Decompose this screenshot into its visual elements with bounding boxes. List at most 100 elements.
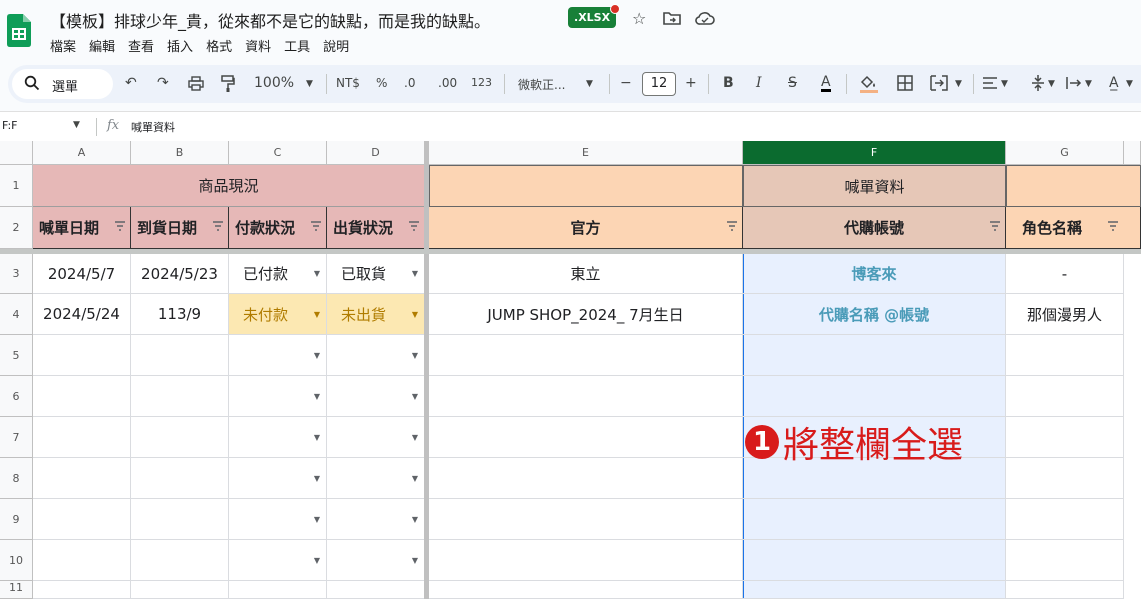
cell-g5[interactable]	[1006, 335, 1124, 376]
star-icon[interactable]: ☆	[632, 9, 646, 28]
valign-caret-icon[interactable]: ▼	[1048, 79, 1055, 89]
strikethrough-button[interactable]: S	[788, 75, 797, 91]
cell-b6[interactable]	[131, 376, 229, 417]
row-header-2[interactable]: 2	[0, 207, 33, 249]
filter-icon[interactable]	[213, 221, 223, 231]
dropdown-caret-icon[interactable]: ▼	[412, 392, 418, 401]
vertical-align-icon[interactable]	[1031, 74, 1045, 92]
sheets-logo-icon[interactable]	[7, 14, 31, 47]
formula-input[interactable]: 喊單資料	[131, 119, 175, 135]
dropdown-caret-icon[interactable]: ▼	[314, 351, 320, 360]
header-official[interactable]: 官方	[429, 207, 743, 249]
cell-a7[interactable]	[33, 417, 131, 458]
cell-c7[interactable]: ▼	[229, 417, 327, 458]
fill-color-icon[interactable]	[858, 73, 880, 93]
cell-e6[interactable]	[429, 376, 743, 417]
cell-c11[interactable]	[229, 581, 327, 599]
header-shipping-status[interactable]: 出貨狀況	[327, 207, 425, 249]
column-header-h[interactable]	[1124, 141, 1141, 165]
text-rotation-icon[interactable]: A̲	[1109, 75, 1119, 91]
cell-g1[interactable]	[1006, 165, 1141, 207]
cell-c10[interactable]: ▼	[229, 540, 327, 581]
column-header-f[interactable]: F	[743, 141, 1006, 165]
cell-a4[interactable]: 2024/5/24	[33, 294, 131, 335]
cell-e9[interactable]	[429, 499, 743, 540]
cell-g9[interactable]	[1006, 499, 1124, 540]
menu-file[interactable]: 檔案	[50, 36, 76, 55]
cell-b7[interactable]	[131, 417, 229, 458]
column-header-b[interactable]: B	[131, 141, 229, 165]
more-formats-button[interactable]: 123	[471, 76, 492, 89]
menu-view[interactable]: 查看	[128, 36, 154, 55]
zoom-select[interactable]: 100%	[254, 75, 294, 91]
xlsx-badge[interactable]: .XLSX	[568, 7, 617, 28]
dropdown-caret-icon[interactable]: ▼	[314, 474, 320, 483]
zoom-caret-icon[interactable]: ▼	[306, 79, 313, 89]
row-header-4[interactable]: 4	[0, 294, 33, 335]
increase-decimal-button[interactable]: .00	[438, 76, 457, 90]
header-order-date[interactable]: 喊單日期	[33, 207, 131, 249]
dropdown-caret-icon[interactable]: ▼	[314, 433, 320, 442]
font-caret-icon[interactable]: ▼	[586, 79, 593, 89]
row-header-10[interactable]: 10	[0, 540, 33, 581]
cell-a6[interactable]	[33, 376, 131, 417]
menu-insert[interactable]: 插入	[167, 36, 193, 55]
column-header-d[interactable]: D	[327, 141, 425, 165]
borders-icon[interactable]	[897, 75, 913, 91]
row-header-11[interactable]: 11	[0, 581, 33, 599]
cell-f4[interactable]: 代購名稱 @帳號	[743, 294, 1006, 335]
row-header-8[interactable]: 8	[0, 458, 33, 499]
decrease-font-size-icon[interactable]: −	[620, 75, 632, 91]
merge-cells-icon[interactable]	[930, 75, 948, 91]
text-color-button[interactable]: A	[821, 75, 831, 92]
header-character-name[interactable]: 角色名稱	[1006, 207, 1141, 249]
header-payment-status[interactable]: 付款狀況	[229, 207, 327, 249]
filter-icon[interactable]	[409, 221, 419, 231]
cell-e7[interactable]	[429, 417, 743, 458]
header-proxy-account[interactable]: 代購帳號	[743, 207, 1006, 249]
cell-a10[interactable]	[33, 540, 131, 581]
font-size-input[interactable]: 12	[642, 72, 676, 96]
cell-g3[interactable]: -	[1006, 254, 1124, 294]
cell-f6[interactable]	[743, 376, 1006, 417]
wrap-caret-icon[interactable]: ▼	[1085, 79, 1092, 89]
column-header-a[interactable]: A	[33, 141, 131, 165]
dropdown-caret-icon[interactable]: ▼	[314, 269, 320, 278]
percent-format-button[interactable]: %	[376, 76, 387, 90]
select-all-corner[interactable]	[0, 141, 33, 165]
dropdown-caret-icon[interactable]: ▼	[412, 351, 418, 360]
filter-icon[interactable]	[311, 221, 321, 231]
cell-e8[interactable]	[429, 458, 743, 499]
cell-b11[interactable]	[131, 581, 229, 599]
menu-data[interactable]: 資料	[245, 36, 271, 55]
undo-icon[interactable]: ↶	[125, 75, 137, 91]
dropdown-caret-icon[interactable]: ▼	[412, 269, 418, 278]
name-box-caret-icon[interactable]: ▼	[73, 120, 80, 130]
spreadsheet-grid[interactable]: A B C D E F G 1 2 3 4 5 6 7 8 9 10 11 商品…	[0, 141, 1141, 599]
row-header-9[interactable]: 9	[0, 499, 33, 540]
cell-d3[interactable]: 已取貨 ▼	[327, 254, 425, 294]
cell-e5[interactable]	[429, 335, 743, 376]
column-header-e[interactable]: E	[429, 141, 743, 165]
paint-format-icon[interactable]	[221, 75, 235, 93]
halign-caret-icon[interactable]: ▼	[1001, 79, 1008, 89]
cell-d10[interactable]: ▼	[327, 540, 425, 581]
dropdown-caret-icon[interactable]: ▼	[314, 310, 320, 319]
row-header-5[interactable]: 5	[0, 335, 33, 376]
cell-f11[interactable]	[743, 581, 1006, 599]
cell-a5[interactable]	[33, 335, 131, 376]
cloud-status-icon[interactable]	[695, 11, 715, 25]
cell-g10[interactable]	[1006, 540, 1124, 581]
column-header-c[interactable]: C	[229, 141, 327, 165]
document-title[interactable]: 【模板】排球少年_貴，從來都不是它的缺點，而是我的缺點。	[50, 8, 490, 32]
menu-format[interactable]: 格式	[206, 36, 232, 55]
cell-f9[interactable]	[743, 499, 1006, 540]
cell-e3[interactable]: 東立	[429, 254, 743, 294]
cell-g11[interactable]	[1006, 581, 1124, 599]
cell-g4[interactable]: 那個漫男人	[1006, 294, 1124, 335]
menu-edit[interactable]: 編輯	[89, 36, 115, 55]
cell-a3[interactable]: 2024/5/7	[33, 254, 131, 294]
cell-a8[interactable]	[33, 458, 131, 499]
group-header-order-data[interactable]: 喊單資料	[743, 165, 1006, 207]
print-icon[interactable]	[188, 76, 204, 91]
